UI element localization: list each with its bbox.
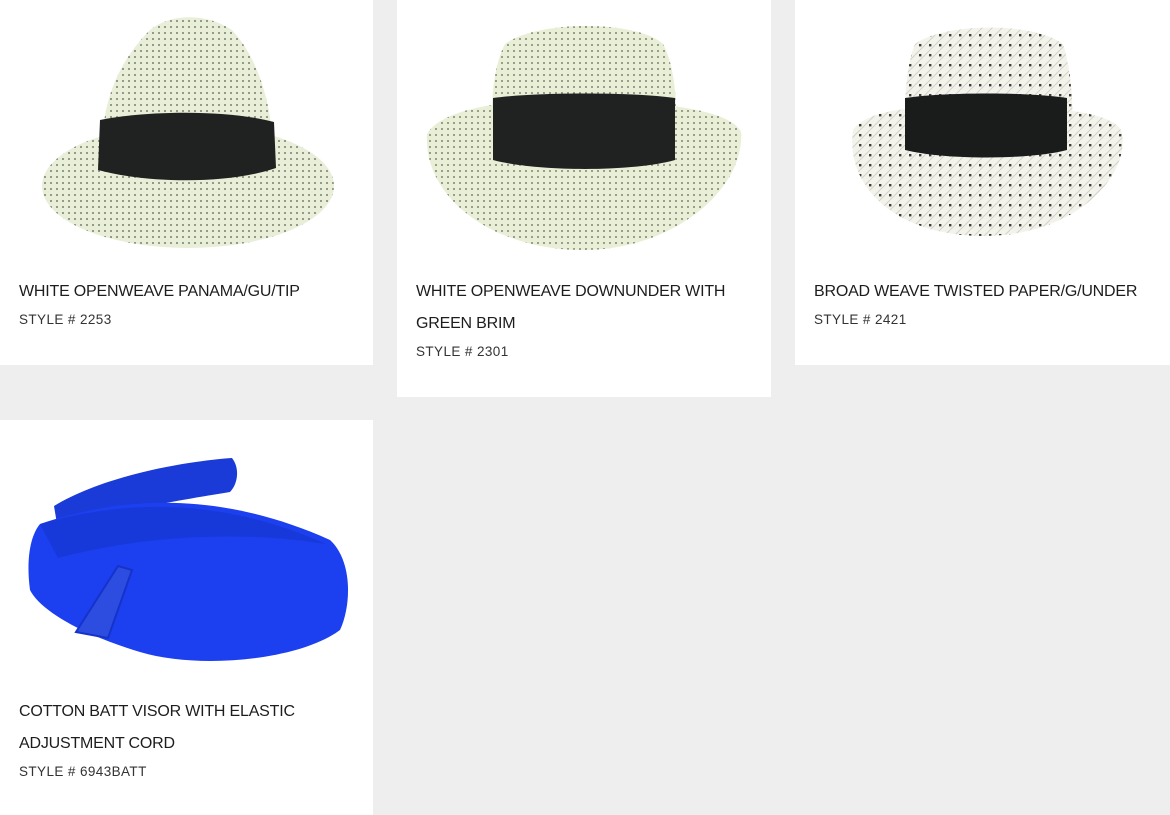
style-number: 2253 <box>79 312 112 327</box>
style-label: STYLE # <box>814 312 871 327</box>
style-label: STYLE # <box>19 312 76 327</box>
style-number: 2301 <box>476 344 509 359</box>
visor-image <box>0 420 373 682</box>
product-info: COTTON BATT VISOR WITH ELASTIC ADJUSTMEN… <box>19 696 359 782</box>
product-info: BROAD WEAVE TWISTED PAPER/G/UNDER STYLE … <box>814 276 1156 330</box>
twisted-paper-hat-image <box>795 0 1170 262</box>
product-image[interactable] <box>795 0 1170 262</box>
product-style: STYLE # 2421 <box>814 310 1156 330</box>
style-number: 6943BATT <box>79 764 147 779</box>
downunder-hat-image <box>397 0 771 262</box>
product-info: WHITE OPENWEAVE DOWNUNDER WITH GREEN BRI… <box>416 276 757 362</box>
product-style: STYLE # 6943BATT <box>19 762 359 782</box>
product-grid: WHITE OPENWEAVE PANAMA/GU/TIP STYLE # 22… <box>0 0 1170 815</box>
product-card[interactable]: WHITE OPENWEAVE DOWNUNDER WITH GREEN BRI… <box>397 0 771 397</box>
product-card[interactable]: COTTON BATT VISOR WITH ELASTIC ADJUSTMEN… <box>0 420 373 815</box>
style-label: STYLE # <box>416 344 473 359</box>
product-card[interactable]: BROAD WEAVE TWISTED PAPER/G/UNDER STYLE … <box>795 0 1170 365</box>
style-number: 2421 <box>874 312 907 327</box>
panama-hat-image <box>0 0 373 262</box>
product-title[interactable]: WHITE OPENWEAVE DOWNUNDER WITH GREEN BRI… <box>416 276 757 340</box>
product-style: STYLE # 2301 <box>416 342 757 362</box>
product-image[interactable] <box>0 420 373 682</box>
product-card[interactable]: WHITE OPENWEAVE PANAMA/GU/TIP STYLE # 22… <box>0 0 373 365</box>
product-image[interactable] <box>397 0 771 262</box>
product-style: STYLE # 2253 <box>19 310 359 330</box>
style-label: STYLE # <box>19 764 76 779</box>
product-image[interactable] <box>0 0 373 262</box>
product-info: WHITE OPENWEAVE PANAMA/GU/TIP STYLE # 22… <box>19 276 359 330</box>
product-title[interactable]: WHITE OPENWEAVE PANAMA/GU/TIP <box>19 276 359 308</box>
product-title[interactable]: BROAD WEAVE TWISTED PAPER/G/UNDER <box>814 276 1156 308</box>
product-title[interactable]: COTTON BATT VISOR WITH ELASTIC ADJUSTMEN… <box>19 696 359 760</box>
